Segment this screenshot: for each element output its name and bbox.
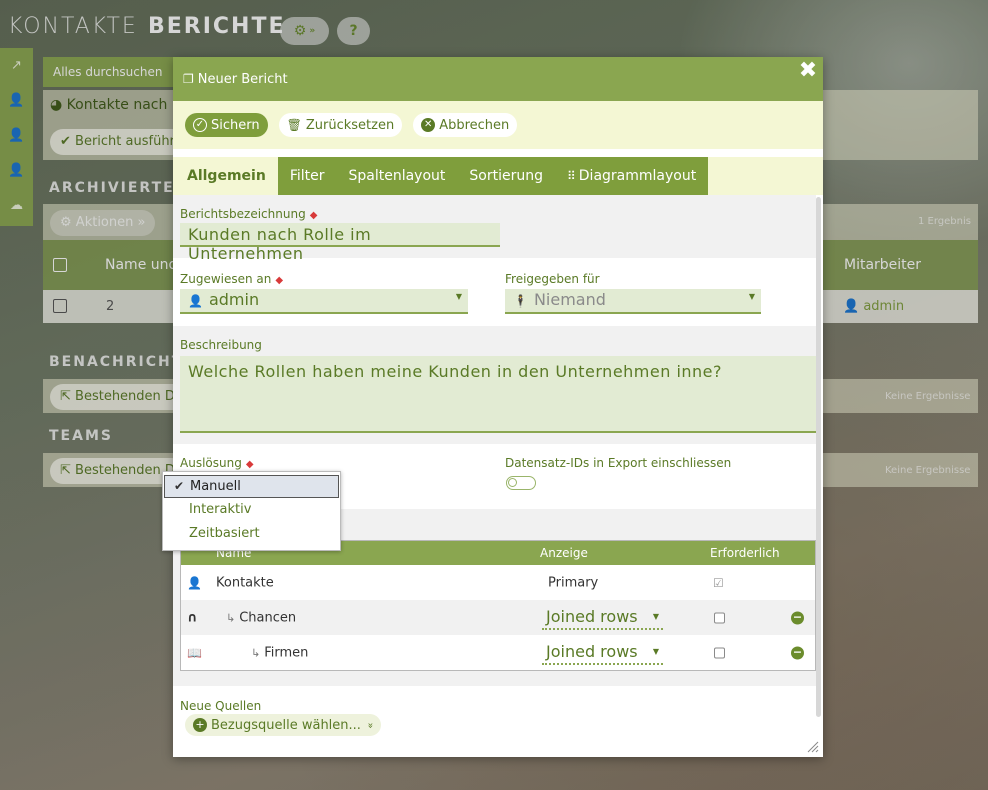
- report-name-section: Berichtsbezeichnung ◆ Kunden nach Rolle i…: [173, 195, 816, 263]
- trigger-option-time-based[interactable]: Zeitbasiert: [163, 522, 340, 546]
- assigned-label: Zugewiesen an: [180, 272, 272, 286]
- dropdown-caret-icon: ▼: [652, 646, 659, 656]
- source-name: ↳ Chancen: [226, 610, 297, 625]
- plus-icon: +: [193, 718, 207, 732]
- required-checkbox[interactable]: [714, 612, 725, 623]
- tab-filter[interactable]: Filter: [277, 157, 337, 195]
- source-row-contacts[interactable]: 👤 Kontakte Primary ☑: [181, 565, 815, 600]
- trigger-label: Auslösung: [180, 456, 242, 470]
- window-icon: ❐: [183, 72, 194, 86]
- assignment-section: Zugewiesen an ◆ 👤 admin ▼ Freigegeben für …: [173, 258, 816, 326]
- dialog-header: ❐ Neuer Bericht: [173, 57, 823, 101]
- new-report-dialog: ❐ Neuer Bericht ✖ ✓ Sichern 🗑 Zurücksetz…: [173, 57, 823, 757]
- description-label: Beschreibung: [180, 338, 262, 352]
- magnet-icon: ∩: [187, 610, 198, 625]
- checkmark-icon: ✔: [174, 479, 185, 493]
- source-display: Primary: [548, 575, 599, 590]
- tab-general[interactable]: Allgemein: [173, 157, 278, 195]
- report-name-input[interactable]: Kunden nach Rolle im Unternehmen: [180, 223, 500, 263]
- required-checkbox-disabled: ☑: [713, 575, 724, 590]
- include-ids-toggle[interactable]: [506, 476, 536, 490]
- source-row-opportunities[interactable]: ∩ ↳ Chancen Joined rows ▼ −: [181, 600, 815, 635]
- person-standing-icon: 🕴: [513, 294, 528, 308]
- tab-column-layout[interactable]: Spaltenlayout: [336, 157, 458, 195]
- content-scrollbar[interactable]: [816, 197, 821, 717]
- required-checkbox[interactable]: [714, 647, 725, 658]
- required-marker: ◆: [309, 210, 318, 221]
- grid-icon: ⠿: [566, 169, 576, 183]
- dialog-title: Neuer Bericht: [197, 71, 288, 87]
- close-button[interactable]: ✖: [797, 60, 819, 82]
- tab-chart-layout[interactable]: ⠿ Diagrammlayout: [554, 157, 709, 195]
- col-required: Erforderlich: [710, 546, 780, 560]
- source-name: ↳ Firmen: [251, 645, 309, 660]
- display-select[interactable]: Joined rows ▼: [542, 606, 663, 630]
- shared-select[interactable]: 🕴 Niemand ▼: [505, 289, 761, 314]
- display-select[interactable]: Joined rows ▼: [542, 641, 663, 665]
- trigger-dropdown-menu: ✔ Manuell Interaktiv Zeitbasiert: [162, 471, 341, 551]
- join-arrow-icon: ↳: [251, 646, 261, 659]
- cancel-icon: ✕: [421, 118, 436, 132]
- description-section: Beschreibung Welche Rollen haben meine K…: [173, 326, 816, 444]
- dropdown-caret-icon: ▼: [748, 292, 755, 301]
- tab-sorting[interactable]: Sortierung: [457, 157, 555, 195]
- dialog-actionbar: ✓ Sichern 🗑 Zurücksetzen ✕ Abbrechen: [173, 101, 823, 149]
- sources-table: Name Anzeige Erforderlich 👤 Kontakte Pri…: [180, 540, 816, 671]
- trigger-option-interactive[interactable]: Interaktiv: [163, 498, 340, 522]
- source-name: Kontakte: [216, 575, 274, 590]
- reset-button[interactable]: 🗑 Zurücksetzen: [278, 113, 403, 137]
- person-icon: 👤: [187, 575, 202, 590]
- check-circle-icon: ✓: [193, 118, 207, 132]
- new-sources-label: Neue Quellen: [180, 699, 262, 713]
- required-marker: ◆: [275, 275, 284, 286]
- required-marker: ◆: [245, 459, 254, 470]
- spacer: [173, 149, 823, 157]
- source-row-companies[interactable]: 📖 ↳ Firmen Joined rows ▼ −: [181, 635, 815, 670]
- join-arrow-icon: ↳: [226, 611, 236, 624]
- person-icon: 👤: [188, 294, 203, 308]
- report-name-label: Berichtsbezeichnung: [180, 207, 306, 221]
- chevron-down-icon: »: [364, 721, 376, 729]
- new-sources-section: Neue Quellen + Bezugsquelle wählen... »: [173, 686, 816, 757]
- dropdown-caret-icon: ▼: [455, 292, 462, 301]
- tab-bar: Allgemein Filter Spaltenlayout Sortierun…: [173, 157, 823, 195]
- book-icon: 📖: [187, 645, 202, 660]
- shared-label: Freigegeben für: [505, 272, 600, 286]
- cancel-button[interactable]: ✕ Abbrechen: [413, 113, 518, 137]
- save-button[interactable]: ✓ Sichern: [185, 113, 268, 137]
- assigned-select[interactable]: 👤 admin ▼: [180, 289, 468, 314]
- col-display: Anzeige: [540, 546, 588, 560]
- remove-source-button[interactable]: −: [791, 646, 804, 659]
- trash-icon: 🗑: [286, 118, 302, 132]
- remove-source-button[interactable]: −: [791, 611, 804, 624]
- dropdown-caret-icon: ▼: [652, 611, 659, 621]
- resize-handle-icon[interactable]: [807, 741, 819, 753]
- include-ids-label: Datensatz-IDs in Export einschliessen: [505, 456, 732, 470]
- description-textarea[interactable]: Welche Rollen haben meine Kunden in den …: [180, 356, 816, 433]
- trigger-option-manual[interactable]: ✔ Manuell: [164, 475, 339, 498]
- choose-source-button[interactable]: + Bezugsquelle wählen... »: [185, 714, 382, 736]
